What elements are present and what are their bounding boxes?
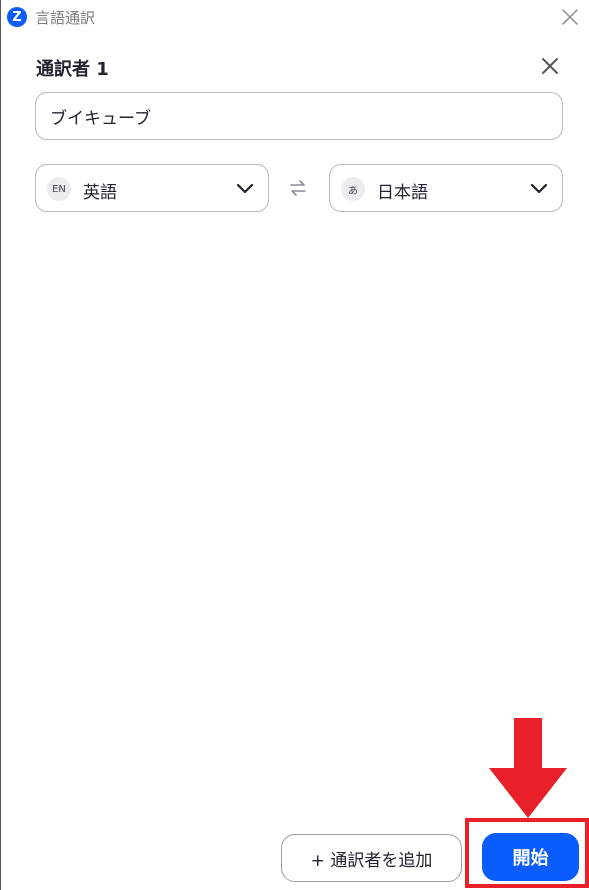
target-language-label: 日本語 <box>377 183 428 203</box>
language-badge: EN <box>47 177 71 201</box>
source-language-select[interactable]: EN 英語 <box>35 164 269 212</box>
interpreter-name-input[interactable] <box>35 92 563 140</box>
swap-arrows-icon[interactable] <box>288 178 308 198</box>
remove-interpreter-icon[interactable] <box>538 54 562 78</box>
start-button[interactable]: 開始 <box>482 833 579 881</box>
add-interpreter-button[interactable]: + 通訳者を追加 <box>281 834 462 882</box>
window-close-icon[interactable] <box>559 6 581 28</box>
window-title: 言語通訳 <box>35 9 96 27</box>
language-interpretation-window: Z 言語通訳 通訳者 1 EN 英語 あ 日本語 + 通訳者を追加 開始 <box>0 0 589 890</box>
annotation-arrow-icon <box>489 718 567 818</box>
title-bar: Z 言語通訳 <box>1 0 589 34</box>
language-badge: あ <box>341 177 365 201</box>
logo-letter: Z <box>12 9 22 25</box>
interpreter-heading: 通訳者 1 <box>36 59 109 80</box>
target-language-select[interactable]: あ 日本語 <box>329 164 563 212</box>
chevron-down-icon <box>530 183 548 194</box>
source-language-label: 英語 <box>83 183 117 203</box>
chevron-down-icon <box>236 183 254 194</box>
zoom-logo-icon: Z <box>7 7 27 27</box>
